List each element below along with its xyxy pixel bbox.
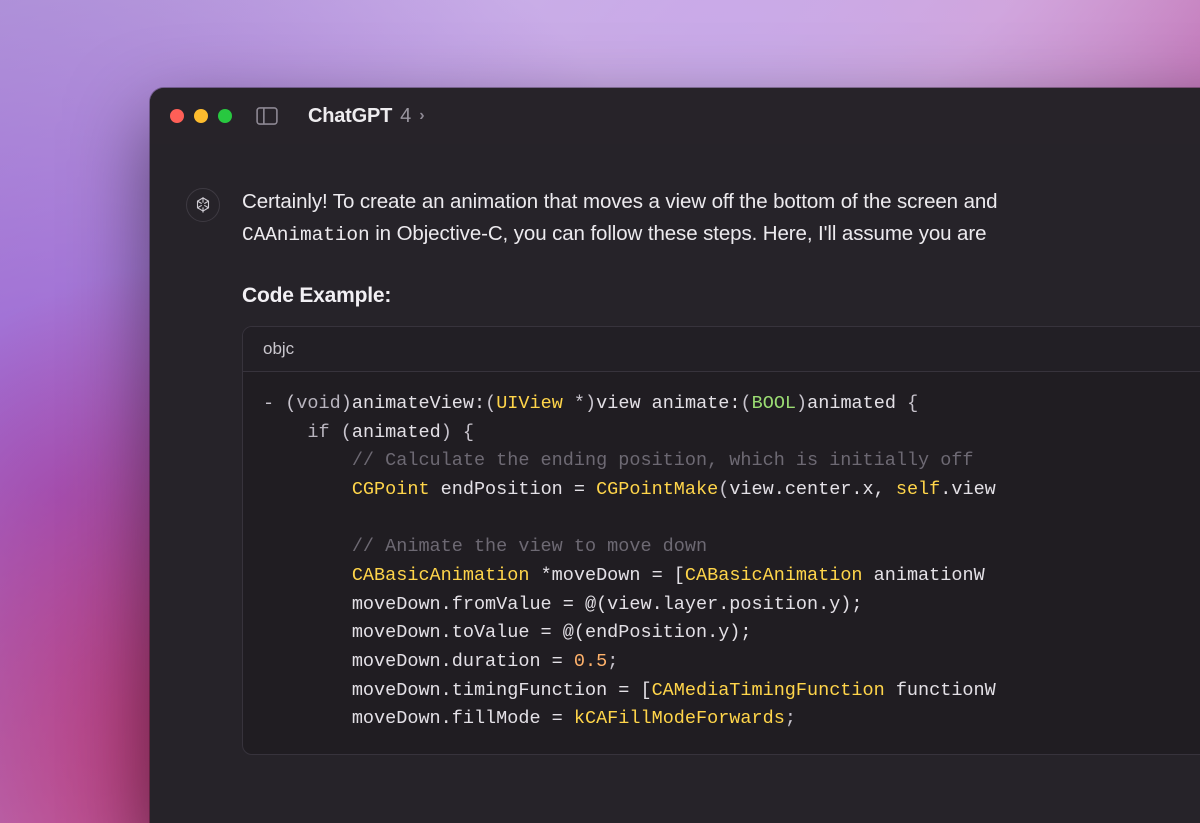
code-token: * [563,393,585,414]
code-token: // Animate the view to move down [352,536,707,557]
code-token: moveDown.timingFunction = [ [352,680,652,701]
code-token: if [307,422,329,443]
code-token: ( [718,479,729,500]
code-token [263,479,352,500]
code-token: kCAFillModeForwards [574,708,785,729]
code-token: moveDown.fillMode = [352,708,574,729]
code-token [263,536,352,557]
code-token: animationW [863,565,985,586]
code-token: - [263,393,285,414]
model-selector[interactable]: ChatGPT 4 › [308,105,425,128]
code-token: self [896,479,940,500]
code-token [263,680,352,701]
code-token: UIView [496,393,563,414]
code-token: view.center.x, [729,479,896,500]
model-version: 4 [400,105,411,128]
code-token: functionW [885,680,996,701]
app-title: ChatGPT [308,105,392,128]
message-body: Certainly! To create an animation that m… [242,186,1200,755]
conversation-area: Certainly! To create an animation that m… [150,144,1200,755]
code-token: CABasicAnimation [685,565,863,586]
sidebar-toggle-icon[interactable] [256,107,278,125]
inline-code: CAAnimation [242,224,370,246]
code-content[interactable]: - (void)animateView:(UIView *)view anima… [243,372,1200,754]
code-token: view [596,393,652,414]
code-token [263,651,352,672]
code-token: animated [352,422,441,443]
code-token: CGPointMake [596,479,718,500]
window-zoom-button[interactable] [218,109,232,123]
code-token: moveDown.duration = [352,651,574,672]
app-window: ChatGPT 4 › Certainly! To creat [150,88,1200,823]
code-token: 0.5 [574,651,607,672]
code-token [263,594,352,615]
code-token: CABasicAnimation [352,565,530,586]
code-token: // Calculate the ending position, which … [352,450,985,471]
code-token: endPosition = [430,479,597,500]
titlebar[interactable]: ChatGPT 4 › [150,88,1200,144]
code-token: ) { [441,422,474,443]
code-token [263,708,352,729]
window-close-button[interactable] [170,109,184,123]
prose-fragment: in Objective-C, you can follow these ste… [370,222,987,245]
code-token: ) [796,393,807,414]
code-token: { [907,393,918,414]
traffic-lights [170,109,232,123]
code-token: ( [485,393,496,414]
code-token [263,422,307,443]
assistant-avatar [186,188,220,222]
code-token: moveDown.toValue = @(endPosition.y); [352,622,752,643]
section-heading: Code Example: [242,284,1200,308]
desktop-wallpaper: ChatGPT 4 › Certainly! To creat [0,0,1200,823]
code-token: .view [940,479,996,500]
code-token [263,565,352,586]
code-language-label: objc [243,327,1200,372]
code-token: ( [330,422,352,443]
code-token: ( [285,393,296,414]
code-token: animateView: [352,393,485,414]
message-text: Certainly! To create an animation that m… [242,186,1200,250]
code-token: *moveDown = [ [529,565,684,586]
code-token [263,450,352,471]
code-token: ) [585,393,596,414]
code-token: CAMediaTimingFunction [652,680,885,701]
code-token: ; [607,651,618,672]
assistant-message: Certainly! To create an animation that m… [186,186,1200,755]
window-minimize-button[interactable] [194,109,208,123]
code-token: moveDown.fromValue = @(view.layer.positi… [352,594,863,615]
code-token: ( [741,393,752,414]
code-token: CGPoint [352,479,430,500]
openai-logo-icon [192,194,214,216]
code-token: animated [807,393,907,414]
code-token: void [296,393,340,414]
code-token: ) [341,393,352,414]
code-token: ; [785,708,796,729]
code-token: BOOL [752,393,796,414]
code-token [263,622,352,643]
prose-fragment: Certainly! To create an animation that m… [242,190,997,213]
code-block: objc - (void)animateView:(UIView *)view … [242,326,1200,755]
chevron-right-icon: › [419,107,424,125]
code-token: animate: [652,393,741,414]
